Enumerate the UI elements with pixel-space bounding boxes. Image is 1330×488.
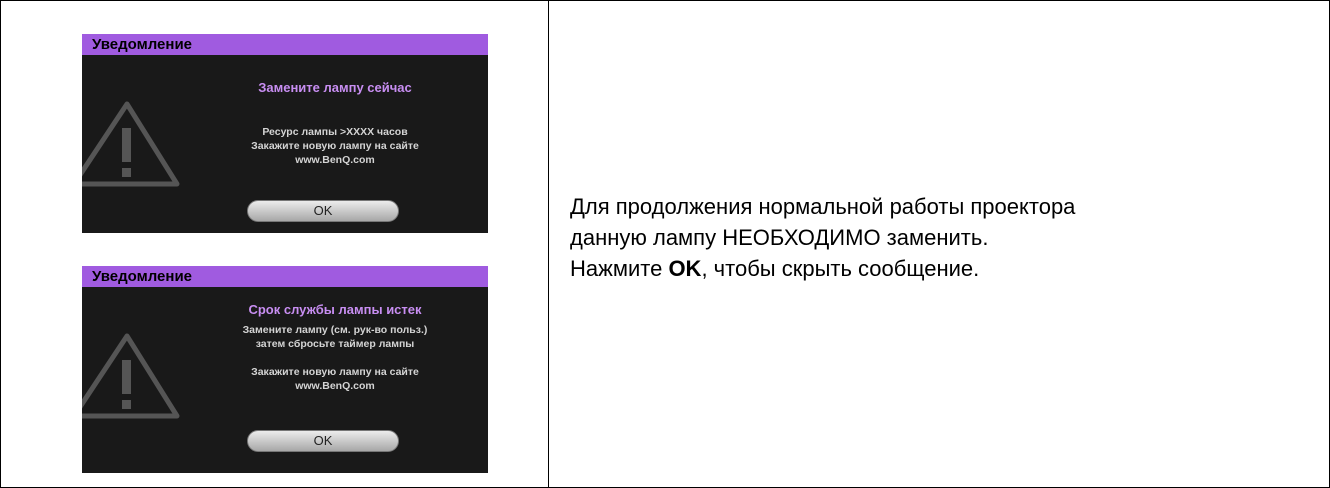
- lamp-expired-dialog: Уведомление Срок службы лампы истек Заме…: [82, 266, 488, 473]
- dialog-message: Ресурс лампы >XXXX часов Закажите новую …: [210, 125, 460, 167]
- message-line: Замените лампу (см. рук-во польз.): [242, 324, 428, 336]
- message-line: www.BenQ.com: [295, 154, 375, 166]
- ok-button[interactable]: OK: [247, 430, 399, 452]
- message-line: затем сбросьте таймер лампы: [255, 338, 415, 350]
- table-border-top: [0, 0, 1330, 1]
- message-line: www.BenQ.com: [295, 380, 375, 392]
- lamp-replace-now-dialog: Уведомление Замените лампу сейчас Ресурс…: [82, 34, 488, 233]
- warning-triangle-icon: [82, 101, 180, 187]
- dialog-header: Уведомление: [82, 266, 488, 287]
- table-border-left: [0, 0, 1, 488]
- dialog-title: Срок службы лампы истек: [248, 302, 422, 317]
- table-border-middle: [548, 0, 549, 488]
- description-line: Для продолжения нормальной работы проект…: [570, 194, 1076, 219]
- description-text: Нажмите: [570, 256, 669, 281]
- description-line: Нажмите OK, чтобы скрыть сообщение.: [570, 253, 1290, 284]
- ok-key-label: OK: [668, 256, 702, 281]
- dialog-header-label: Уведомление: [92, 36, 193, 53]
- ok-button[interactable]: OK: [247, 200, 399, 222]
- dialog-title: Замените лампу сейчас: [258, 80, 412, 95]
- warning-triangle-icon: [82, 333, 180, 419]
- dialog-header: Уведомление: [82, 34, 488, 55]
- message-line: Закажите новую лампу на сайте: [251, 366, 419, 378]
- description-text: , чтобы скрыть сообщение.: [701, 256, 980, 281]
- dialog-message: Замените лампу (см. рук-во польз.) затем…: [210, 323, 460, 393]
- message-line: Закажите новую лампу на сайте: [251, 140, 419, 152]
- message-line: Ресурс лампы >XXXX часов: [262, 126, 408, 138]
- dialog-header-label: Уведомление: [92, 268, 193, 285]
- lamp-replacement-description: Для продолжения нормальной работы проект…: [570, 191, 1290, 284]
- description-line: данную лампу НЕОБХОДИМО заменить.: [570, 225, 989, 250]
